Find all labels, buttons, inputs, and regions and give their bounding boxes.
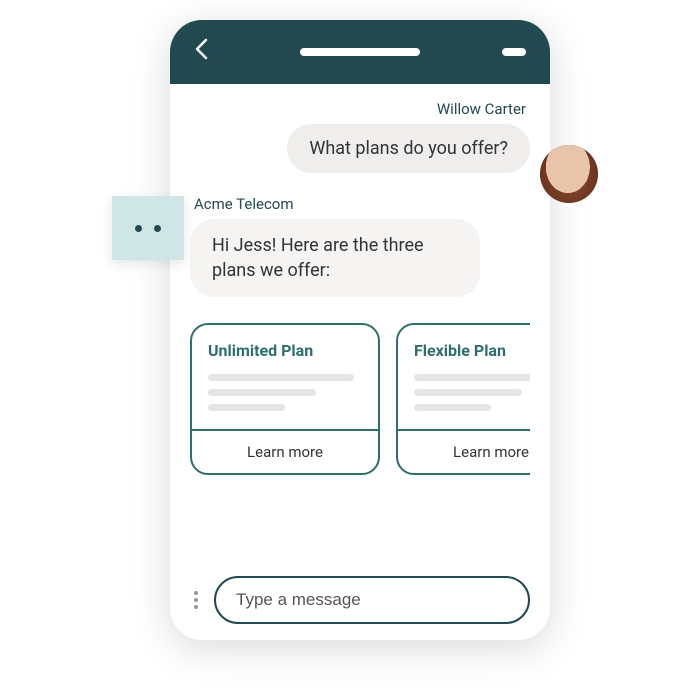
plan-card-title: Flexible Plan	[414, 341, 530, 360]
bot-message-bubble: Hi Jess! Here are the three plans we off…	[190, 219, 480, 297]
user-name-label: Willow Carter	[190, 100, 526, 118]
chat-window: Willow Carter What plans do you offer? A…	[170, 20, 550, 640]
plan-text-placeholder	[208, 404, 285, 411]
plan-cards-carousel[interactable]: Unlimited Plan Learn more Flexible Plan …	[190, 323, 530, 475]
plan-text-placeholder	[414, 374, 530, 381]
chat-header	[170, 20, 550, 84]
message-input-bar	[170, 576, 550, 624]
plan-card-body: Flexible Plan	[398, 325, 530, 429]
user-avatar	[540, 145, 598, 203]
chat-body: Willow Carter What plans do you offer? A…	[170, 84, 550, 570]
plan-card[interactable]: Flexible Plan Learn more	[396, 323, 530, 475]
typing-indicator-icon	[112, 196, 184, 260]
plan-card-title: Unlimited Plan	[208, 341, 362, 360]
message-input[interactable]	[214, 576, 530, 624]
back-icon[interactable]	[194, 38, 208, 66]
plan-card[interactable]: Unlimited Plan Learn more	[190, 323, 380, 475]
plan-text-placeholder	[414, 404, 491, 411]
header-title-placeholder	[300, 48, 420, 56]
more-options-icon[interactable]	[190, 591, 202, 609]
user-message-bubble: What plans do you offer?	[287, 124, 530, 173]
plan-text-placeholder	[414, 389, 522, 396]
learn-more-button[interactable]: Learn more	[192, 429, 378, 473]
learn-more-button[interactable]: Learn more	[398, 429, 530, 473]
plan-text-placeholder	[208, 374, 354, 381]
plan-card-body: Unlimited Plan	[192, 325, 378, 429]
header-action-placeholder	[502, 48, 526, 56]
bot-name-label: Acme Telecom	[194, 195, 530, 213]
plan-text-placeholder	[208, 389, 316, 396]
